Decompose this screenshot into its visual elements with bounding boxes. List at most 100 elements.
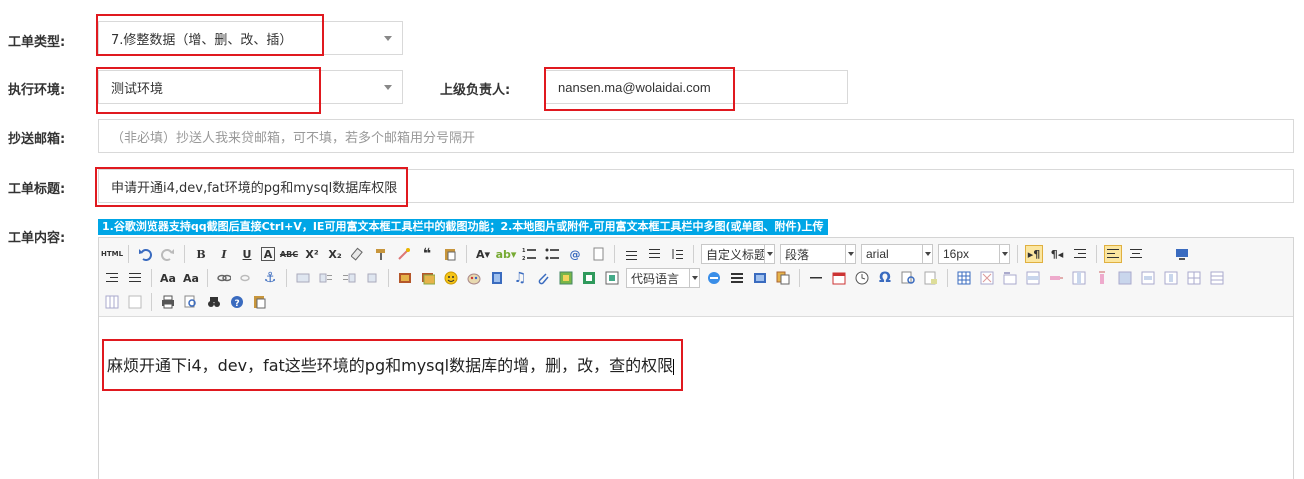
image-none-icon[interactable] bbox=[294, 269, 312, 287]
line-height-icon[interactable] bbox=[668, 245, 686, 263]
font-size-select[interactable]: 16px bbox=[938, 244, 1010, 264]
uppercase-icon[interactable]: Aa bbox=[159, 269, 177, 287]
font-border-icon[interactable]: A bbox=[261, 247, 275, 261]
superscript-icon[interactable]: X² bbox=[303, 245, 321, 263]
ticket-type-select[interactable]: 7.修整数据（增、删、改、插） bbox=[98, 21, 403, 55]
cc-email-input[interactable]: （非必填）抄送人我来贷邮箱，可不填，若多个邮箱用分号隔开 bbox=[98, 119, 1294, 153]
delete-col-icon[interactable] bbox=[1093, 269, 1111, 287]
title-input[interactable]: 申请开通i4,dev,fat环境的pg和mysql数据库权限 bbox=[98, 169, 1294, 203]
insert-table-icon[interactable] bbox=[955, 269, 973, 287]
insert-row-icon[interactable] bbox=[1024, 269, 1042, 287]
chart-icon[interactable] bbox=[126, 293, 144, 311]
music-icon[interactable]: ♫ bbox=[511, 269, 529, 287]
emotion-icon[interactable] bbox=[442, 269, 460, 287]
find-icon[interactable] bbox=[205, 293, 223, 311]
merge-down-icon[interactable] bbox=[1162, 269, 1180, 287]
map-icon[interactable] bbox=[557, 269, 575, 287]
row-spacing-bottom-icon[interactable] bbox=[645, 245, 663, 263]
special-char-icon[interactable]: Ω bbox=[876, 269, 894, 287]
horizontal-rule-icon[interactable] bbox=[807, 269, 825, 287]
font-family-select[interactable]: arial bbox=[861, 244, 933, 264]
subscript-icon[interactable]: X₂ bbox=[326, 245, 344, 263]
preview-zoom-icon[interactable] bbox=[182, 293, 200, 311]
multi-image-icon[interactable] bbox=[419, 269, 437, 287]
drafts-icon[interactable] bbox=[922, 269, 940, 287]
time-icon[interactable] bbox=[853, 269, 871, 287]
chevron-down-icon bbox=[384, 36, 392, 41]
supervisor-field[interactable]: nansen.ma@wolaidai.com bbox=[545, 70, 848, 104]
svg-text:?: ? bbox=[235, 299, 240, 309]
lowercase-icon[interactable]: Aa bbox=[182, 269, 200, 287]
simple-upload-icon[interactable] bbox=[396, 269, 414, 287]
background-color-icon[interactable]: ab▾ bbox=[496, 245, 517, 263]
svg-text:2: 2 bbox=[522, 256, 526, 261]
toolbar-separator bbox=[207, 269, 208, 287]
custom-title-select[interactable]: 自定义标题 bbox=[701, 244, 775, 264]
insert-video-icon[interactable] bbox=[488, 269, 506, 287]
insert-paragraph-before-table-icon[interactable] bbox=[1001, 269, 1019, 287]
toolbar-separator bbox=[286, 269, 287, 287]
rich-text-editor[interactable]: HTML B I U A ABC X² X₂ ❝ A▾ ab▾ 12 @ 自定义… bbox=[98, 237, 1294, 479]
row-spacing-top-icon[interactable] bbox=[622, 245, 640, 263]
split-cols-icon[interactable] bbox=[103, 293, 121, 311]
help-icon[interactable]: ? bbox=[228, 293, 246, 311]
split-rows-icon[interactable] bbox=[1208, 269, 1226, 287]
background-icon[interactable] bbox=[751, 269, 769, 287]
editor-content[interactable]: 麻烦开通下i4，dev，fat这些环境的pg和mysql数据库的增，删，改，查的… bbox=[99, 318, 1293, 410]
align-left-icon[interactable] bbox=[1104, 245, 1122, 263]
paste-text-icon[interactable] bbox=[441, 245, 459, 263]
merge-cells-icon[interactable] bbox=[1116, 269, 1134, 287]
rtl-icon[interactable]: ¶◂ bbox=[1048, 245, 1066, 263]
font-color-icon[interactable]: A▾ bbox=[474, 245, 492, 263]
split-cells-icon[interactable] bbox=[1185, 269, 1203, 287]
image-center-icon[interactable] bbox=[363, 269, 381, 287]
strikethrough-icon[interactable]: ABC bbox=[280, 245, 298, 263]
link-icon[interactable] bbox=[215, 269, 233, 287]
chevron-down-icon bbox=[764, 245, 774, 263]
image-right-icon[interactable] bbox=[340, 269, 358, 287]
wordimage-icon[interactable] bbox=[774, 269, 792, 287]
insert-frame-icon[interactable] bbox=[603, 269, 621, 287]
underline-icon[interactable]: U bbox=[238, 245, 256, 263]
template-icon[interactable] bbox=[728, 269, 746, 287]
print-icon[interactable] bbox=[159, 293, 177, 311]
html-source-button[interactable]: HTML bbox=[101, 245, 123, 263]
select-all-icon[interactable]: @ bbox=[566, 245, 584, 263]
clear-doc-icon[interactable] bbox=[589, 245, 607, 263]
unlink-icon[interactable] bbox=[238, 269, 256, 287]
align-center-icon[interactable] bbox=[1127, 245, 1145, 263]
format-painter-icon[interactable] bbox=[372, 245, 390, 263]
align-justify-icon[interactable] bbox=[126, 269, 144, 287]
toolbar-separator bbox=[388, 269, 389, 287]
paragraph-value: 段落 bbox=[785, 247, 810, 262]
page-break-icon[interactable] bbox=[705, 269, 723, 287]
paragraph-select[interactable]: 段落 bbox=[780, 244, 856, 264]
bold-icon[interactable]: B bbox=[192, 245, 210, 263]
redo-icon[interactable] bbox=[159, 245, 177, 263]
image-left-icon[interactable] bbox=[317, 269, 335, 287]
attachment-icon[interactable] bbox=[534, 269, 552, 287]
undo-icon[interactable] bbox=[136, 245, 154, 263]
merge-right-icon[interactable] bbox=[1139, 269, 1157, 287]
paste-plain-icon[interactable] bbox=[251, 293, 269, 311]
ltr-icon[interactable]: ▸¶ bbox=[1025, 245, 1043, 263]
indent-icon[interactable] bbox=[1071, 245, 1089, 263]
eraser-icon[interactable] bbox=[349, 245, 367, 263]
ordered-list-icon[interactable]: 12 bbox=[520, 245, 538, 263]
delete-row-icon[interactable] bbox=[1047, 269, 1065, 287]
blockquote-icon[interactable]: ❝ bbox=[418, 245, 436, 263]
anchor-icon[interactable]: ⚓ bbox=[261, 269, 279, 287]
code-language-select[interactable]: 代码语言 bbox=[626, 268, 700, 288]
date-icon[interactable] bbox=[830, 269, 848, 287]
search-replace-icon[interactable] bbox=[899, 269, 917, 287]
env-select[interactable]: 测试环境 bbox=[98, 70, 403, 104]
unordered-list-icon[interactable] bbox=[543, 245, 561, 263]
gmap-icon[interactable] bbox=[580, 269, 598, 287]
auto-format-icon[interactable] bbox=[395, 245, 413, 263]
scrawl-icon[interactable] bbox=[465, 269, 483, 287]
align-right-icon[interactable] bbox=[103, 269, 121, 287]
insert-col-icon[interactable] bbox=[1070, 269, 1088, 287]
delete-table-icon[interactable] bbox=[978, 269, 996, 287]
italic-icon[interactable]: I bbox=[215, 245, 233, 263]
preview-icon[interactable] bbox=[1173, 245, 1191, 263]
